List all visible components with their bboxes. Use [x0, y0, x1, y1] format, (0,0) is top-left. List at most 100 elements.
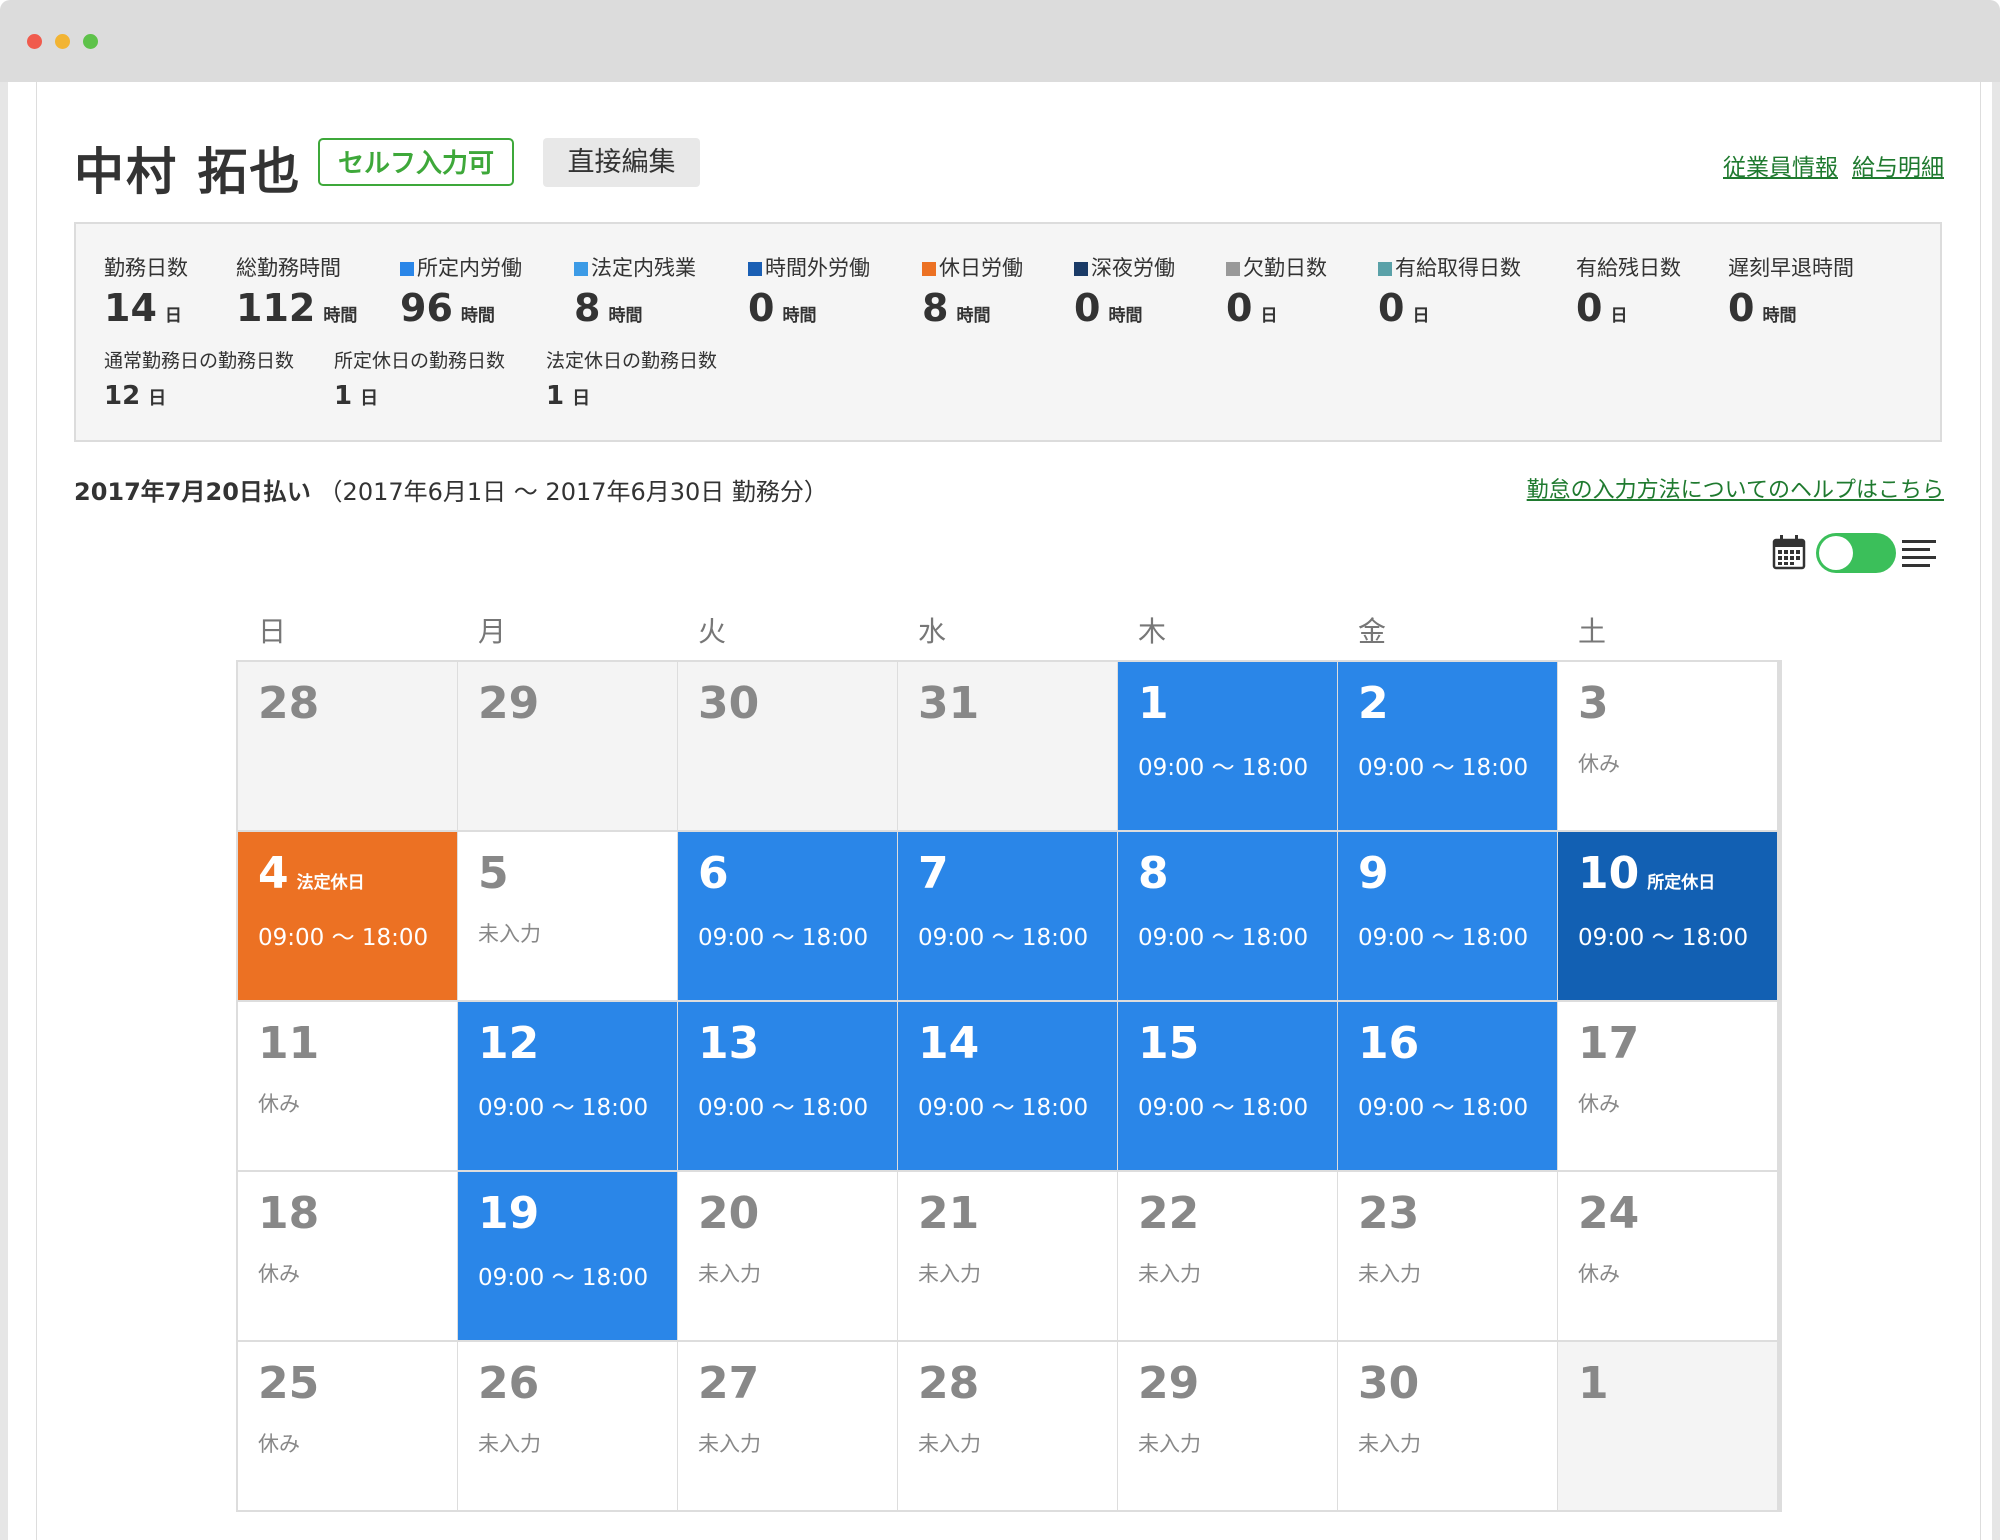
- calendar-day-cell[interactable]: 6 09:00 〜 18:00: [678, 832, 897, 1000]
- calendar-day-cell[interactable]: 12 09:00 〜 18:00: [458, 1002, 677, 1170]
- summary-stat-value: 14 日: [104, 286, 182, 330]
- calendar-day-cell[interactable]: 18 休み: [238, 1172, 457, 1340]
- calendar-day-cell[interactable]: 24 休み: [1558, 1172, 1777, 1340]
- summary-stat: 時間外労働 0 時間: [748, 252, 870, 330]
- calendar-day-cell[interactable]: 21 未入力: [898, 1172, 1117, 1340]
- calendar-day-cell[interactable]: 7 09:00 〜 18:00: [898, 832, 1117, 1000]
- calendar-day-cell[interactable]: 11 休み: [238, 1002, 457, 1170]
- help-link[interactable]: 勤怠の入力方法についてのヘルプはこちら: [1527, 472, 1944, 504]
- legend-swatch: [574, 262, 588, 276]
- summary-stat-value: 8 時間: [922, 286, 991, 330]
- employee-info-link[interactable]: 従業員情報: [1723, 155, 1838, 181]
- day-number: 16: [1358, 1018, 1420, 1069]
- summary-stat-label: 時間外労働: [748, 252, 870, 282]
- calendar-day-cell[interactable]: 8 09:00 〜 18:00: [1118, 832, 1337, 1000]
- calendar-day-cell[interactable]: 4 法定休日 09:00 〜 18:00: [238, 832, 457, 1000]
- work-hours: 09:00 〜 18:00: [478, 1095, 649, 1121]
- calendar-day-cell[interactable]: 22 未入力: [1118, 1172, 1337, 1340]
- calendar-day-cell: 30: [678, 662, 897, 830]
- calendar-day-cell[interactable]: 25 休み: [238, 1342, 457, 1510]
- day-status: 未入力: [918, 1262, 981, 1286]
- payday-label: 2017年7月20日払い: [74, 478, 311, 506]
- summary-stat-label: 勤務日数: [104, 256, 188, 280]
- day-status: 休み: [258, 1262, 300, 1286]
- summary-stat-value: 0日: [1378, 286, 1430, 330]
- day-number: 29: [1138, 1358, 1200, 1409]
- day-number: 28: [258, 678, 320, 729]
- legend-swatch: [1074, 262, 1088, 276]
- day-number: 8: [1138, 848, 1169, 899]
- work-hours: 09:00 〜 18:00: [478, 1265, 649, 1291]
- calendar-day-cell[interactable]: 26 未入力: [458, 1342, 677, 1510]
- calendar-day-cell[interactable]: 19 09:00 〜 18:00: [458, 1172, 677, 1340]
- day-number: 29: [478, 678, 540, 729]
- summary-stat: 勤務日数 14 日: [104, 252, 188, 330]
- calendar-day-cell[interactable]: 9 09:00 〜 18:00: [1338, 832, 1557, 1000]
- summary-substat-value: 1日: [546, 381, 591, 411]
- summary-stat-label: 休日労働: [922, 252, 1023, 282]
- day-type-tag: 所定休日: [1647, 873, 1716, 893]
- payslip-link[interactable]: 給与明細: [1852, 155, 1944, 181]
- calendar-day-cell[interactable]: 14 09:00 〜 18:00: [898, 1002, 1117, 1170]
- calendar-day-cell[interactable]: 29 未入力: [1118, 1342, 1337, 1510]
- switch-knob: [1819, 536, 1853, 570]
- day-number: 21: [918, 1188, 980, 1239]
- calendar-day-cell[interactable]: 17 休み: [1558, 1002, 1777, 1170]
- calendar-day-cell: 31: [898, 662, 1117, 830]
- calendar-day-cell[interactable]: 20 未入力: [678, 1172, 897, 1340]
- day-status: 未入力: [918, 1432, 981, 1456]
- calendar-icon[interactable]: [1772, 534, 1806, 570]
- summary-stat: 遅刻早退時間 0 時間: [1728, 252, 1854, 330]
- summary-substat: 通常勤務日の勤務日数 12 日: [104, 346, 294, 411]
- day-status: 休み: [258, 1432, 300, 1456]
- self-input-badge: セルフ入力可: [318, 138, 514, 186]
- day-number: 15: [1138, 1018, 1200, 1069]
- day-number: 1: [1138, 678, 1169, 729]
- minimize-window-button[interactable]: [55, 34, 70, 49]
- calendar-day-cell[interactable]: 15 09:00 〜 18:00: [1118, 1002, 1337, 1170]
- summary-substat: 法定休日の勤務日数 1 日: [546, 346, 717, 411]
- day-status: 未入力: [1138, 1262, 1201, 1286]
- day-status: 休み: [1578, 1262, 1620, 1286]
- work-hours: 09:00 〜 18:00: [918, 1095, 1089, 1121]
- summary-stat-label: 有給残日数: [1576, 256, 1681, 280]
- summary-stat-value: 0 時間: [748, 286, 817, 330]
- summary-stat-value: 0日: [1226, 286, 1278, 330]
- calendar-day-cell[interactable]: 3 休み: [1558, 662, 1777, 830]
- content-border-left: [36, 82, 37, 1540]
- summary-stat-label: 深夜労働: [1074, 252, 1175, 282]
- maximize-window-button[interactable]: [83, 34, 98, 49]
- calendar-day-cell[interactable]: 5 未入力: [458, 832, 677, 1000]
- day-number: 30: [698, 678, 760, 729]
- calendar-day-cell[interactable]: 27 未入力: [678, 1342, 897, 1510]
- calendar-day-cell[interactable]: 2 09:00 〜 18:00: [1338, 662, 1557, 830]
- close-window-button[interactable]: [27, 34, 42, 49]
- view-switch[interactable]: [1816, 533, 1896, 573]
- window-frame-right: [1992, 82, 2000, 1540]
- day-number: 4 法定休日: [258, 848, 365, 899]
- day-number: 23: [1358, 1188, 1420, 1239]
- day-status: 未入力: [1358, 1262, 1421, 1286]
- calendar-day-cell[interactable]: 1 09:00 〜 18:00: [1118, 662, 1337, 830]
- day-number: 19: [478, 1188, 540, 1239]
- summary-stat: 所定内労働 96 時間: [400, 252, 522, 330]
- direct-edit-button[interactable]: 直接編集: [543, 138, 700, 187]
- day-number: 11: [258, 1018, 320, 1069]
- weekday-label: 火: [698, 615, 727, 648]
- summary-substat-value: 1日: [334, 381, 379, 411]
- calendar-day-cell: 1: [1558, 1342, 1777, 1510]
- day-number: 27: [698, 1358, 760, 1409]
- summary-substat: 所定休日の勤務日数 1 日: [334, 346, 505, 411]
- calendar-day-cell[interactable]: 10 所定休日 09:00 〜 18:00: [1558, 832, 1777, 1000]
- calendar-day-cell[interactable]: 23 未入力: [1338, 1172, 1557, 1340]
- calendar-day-cell[interactable]: 28 未入力: [898, 1342, 1117, 1510]
- summary-stat: 総勤務時間 112 時間: [236, 252, 357, 330]
- calendar-day-cell[interactable]: 30 未入力: [1338, 1342, 1557, 1510]
- view-toggle: [1772, 530, 1942, 576]
- calendar-day-cell[interactable]: 16 09:00 〜 18:00: [1338, 1002, 1557, 1170]
- list-icon[interactable]: [1902, 538, 1938, 568]
- work-hours: 09:00 〜 18:00: [1578, 925, 1749, 951]
- day-number: 31: [918, 678, 980, 729]
- calendar-day-cell[interactable]: 13 09:00 〜 18:00: [678, 1002, 897, 1170]
- work-hours: 09:00 〜 18:00: [1358, 1095, 1529, 1121]
